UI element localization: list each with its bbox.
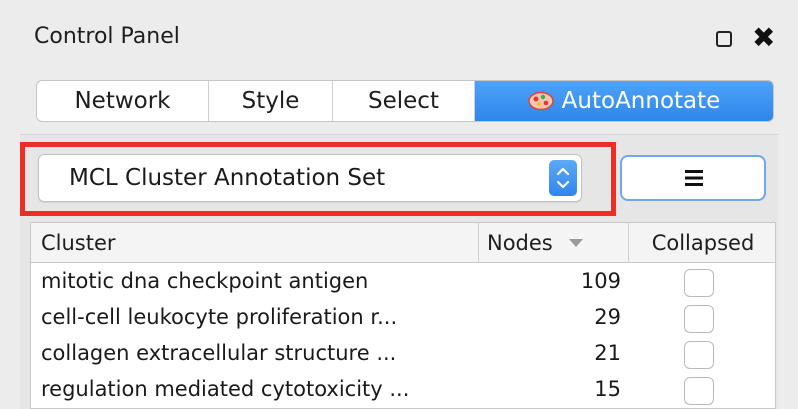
tab-autoannotate[interactable]: AutoAnnotate bbox=[475, 81, 773, 121]
hamburger-menu-icon bbox=[685, 170, 703, 186]
column-header-nodes[interactable]: Nodes bbox=[479, 223, 629, 263]
cluster-name: collagen extracellular structure ... bbox=[41, 341, 397, 365]
tab-style[interactable]: Style bbox=[209, 81, 333, 121]
tab-network[interactable]: Network bbox=[37, 81, 209, 121]
cluster-name: mitotic dna checkpoint antigen bbox=[41, 269, 369, 293]
collapsed-checkbox[interactable] bbox=[684, 341, 714, 369]
close-icon[interactable]: ✖ bbox=[752, 22, 775, 54]
control-panel: Control Panel ✖ Network Style Select Aut… bbox=[0, 0, 798, 409]
column-header-collapsed-label: Collapsed bbox=[651, 231, 755, 255]
cluster-table: Cluster Nodes Collapsed mitotic dna chec… bbox=[30, 222, 776, 409]
panel-title: Control Panel bbox=[34, 24, 180, 49]
panel-titlebar: Control Panel ✖ bbox=[0, 0, 798, 82]
cluster-nodes: 15 bbox=[594, 377, 621, 401]
cluster-nodes: 29 bbox=[594, 305, 621, 329]
column-header-cluster-label: Cluster bbox=[41, 231, 116, 255]
tab-strip: Network Style Select AutoAnnotate bbox=[36, 80, 774, 122]
cluster-table-header: Cluster Nodes Collapsed bbox=[31, 223, 775, 263]
table-row[interactable]: collagen extracellular structure ... 21 bbox=[31, 337, 775, 373]
cluster-name: cell-cell leukocyte proliferation r... bbox=[41, 305, 398, 329]
collapsed-checkbox[interactable] bbox=[684, 305, 714, 333]
column-header-nodes-label: Nodes bbox=[487, 231, 553, 255]
cluster-name: regulation mediated cytotoxicity ... bbox=[41, 377, 410, 401]
autoannotate-icon bbox=[527, 91, 554, 111]
cluster-nodes: 21 bbox=[594, 341, 621, 365]
tab-select[interactable]: Select bbox=[333, 81, 475, 121]
table-row[interactable]: mitotic dna checkpoint antigen 109 bbox=[31, 265, 775, 301]
column-header-cluster[interactable]: Cluster bbox=[31, 223, 479, 263]
cluster-nodes: 109 bbox=[580, 269, 621, 293]
annotation-set-highlight bbox=[20, 142, 616, 216]
sort-descending-icon bbox=[568, 239, 583, 247]
table-row[interactable]: cell-cell leukocyte proliferation r... 2… bbox=[31, 301, 775, 337]
tab-autoannotate-label: AutoAnnotate bbox=[561, 88, 721, 114]
float-window-icon[interactable] bbox=[716, 31, 732, 47]
collapsed-checkbox[interactable] bbox=[684, 377, 714, 405]
collapsed-checkbox[interactable] bbox=[684, 269, 714, 297]
table-row[interactable]: regulation mediated cytotoxicity ... 15 bbox=[31, 373, 775, 408]
annotation-menu-button[interactable] bbox=[620, 155, 766, 201]
column-header-collapsed[interactable]: Collapsed bbox=[629, 223, 775, 263]
